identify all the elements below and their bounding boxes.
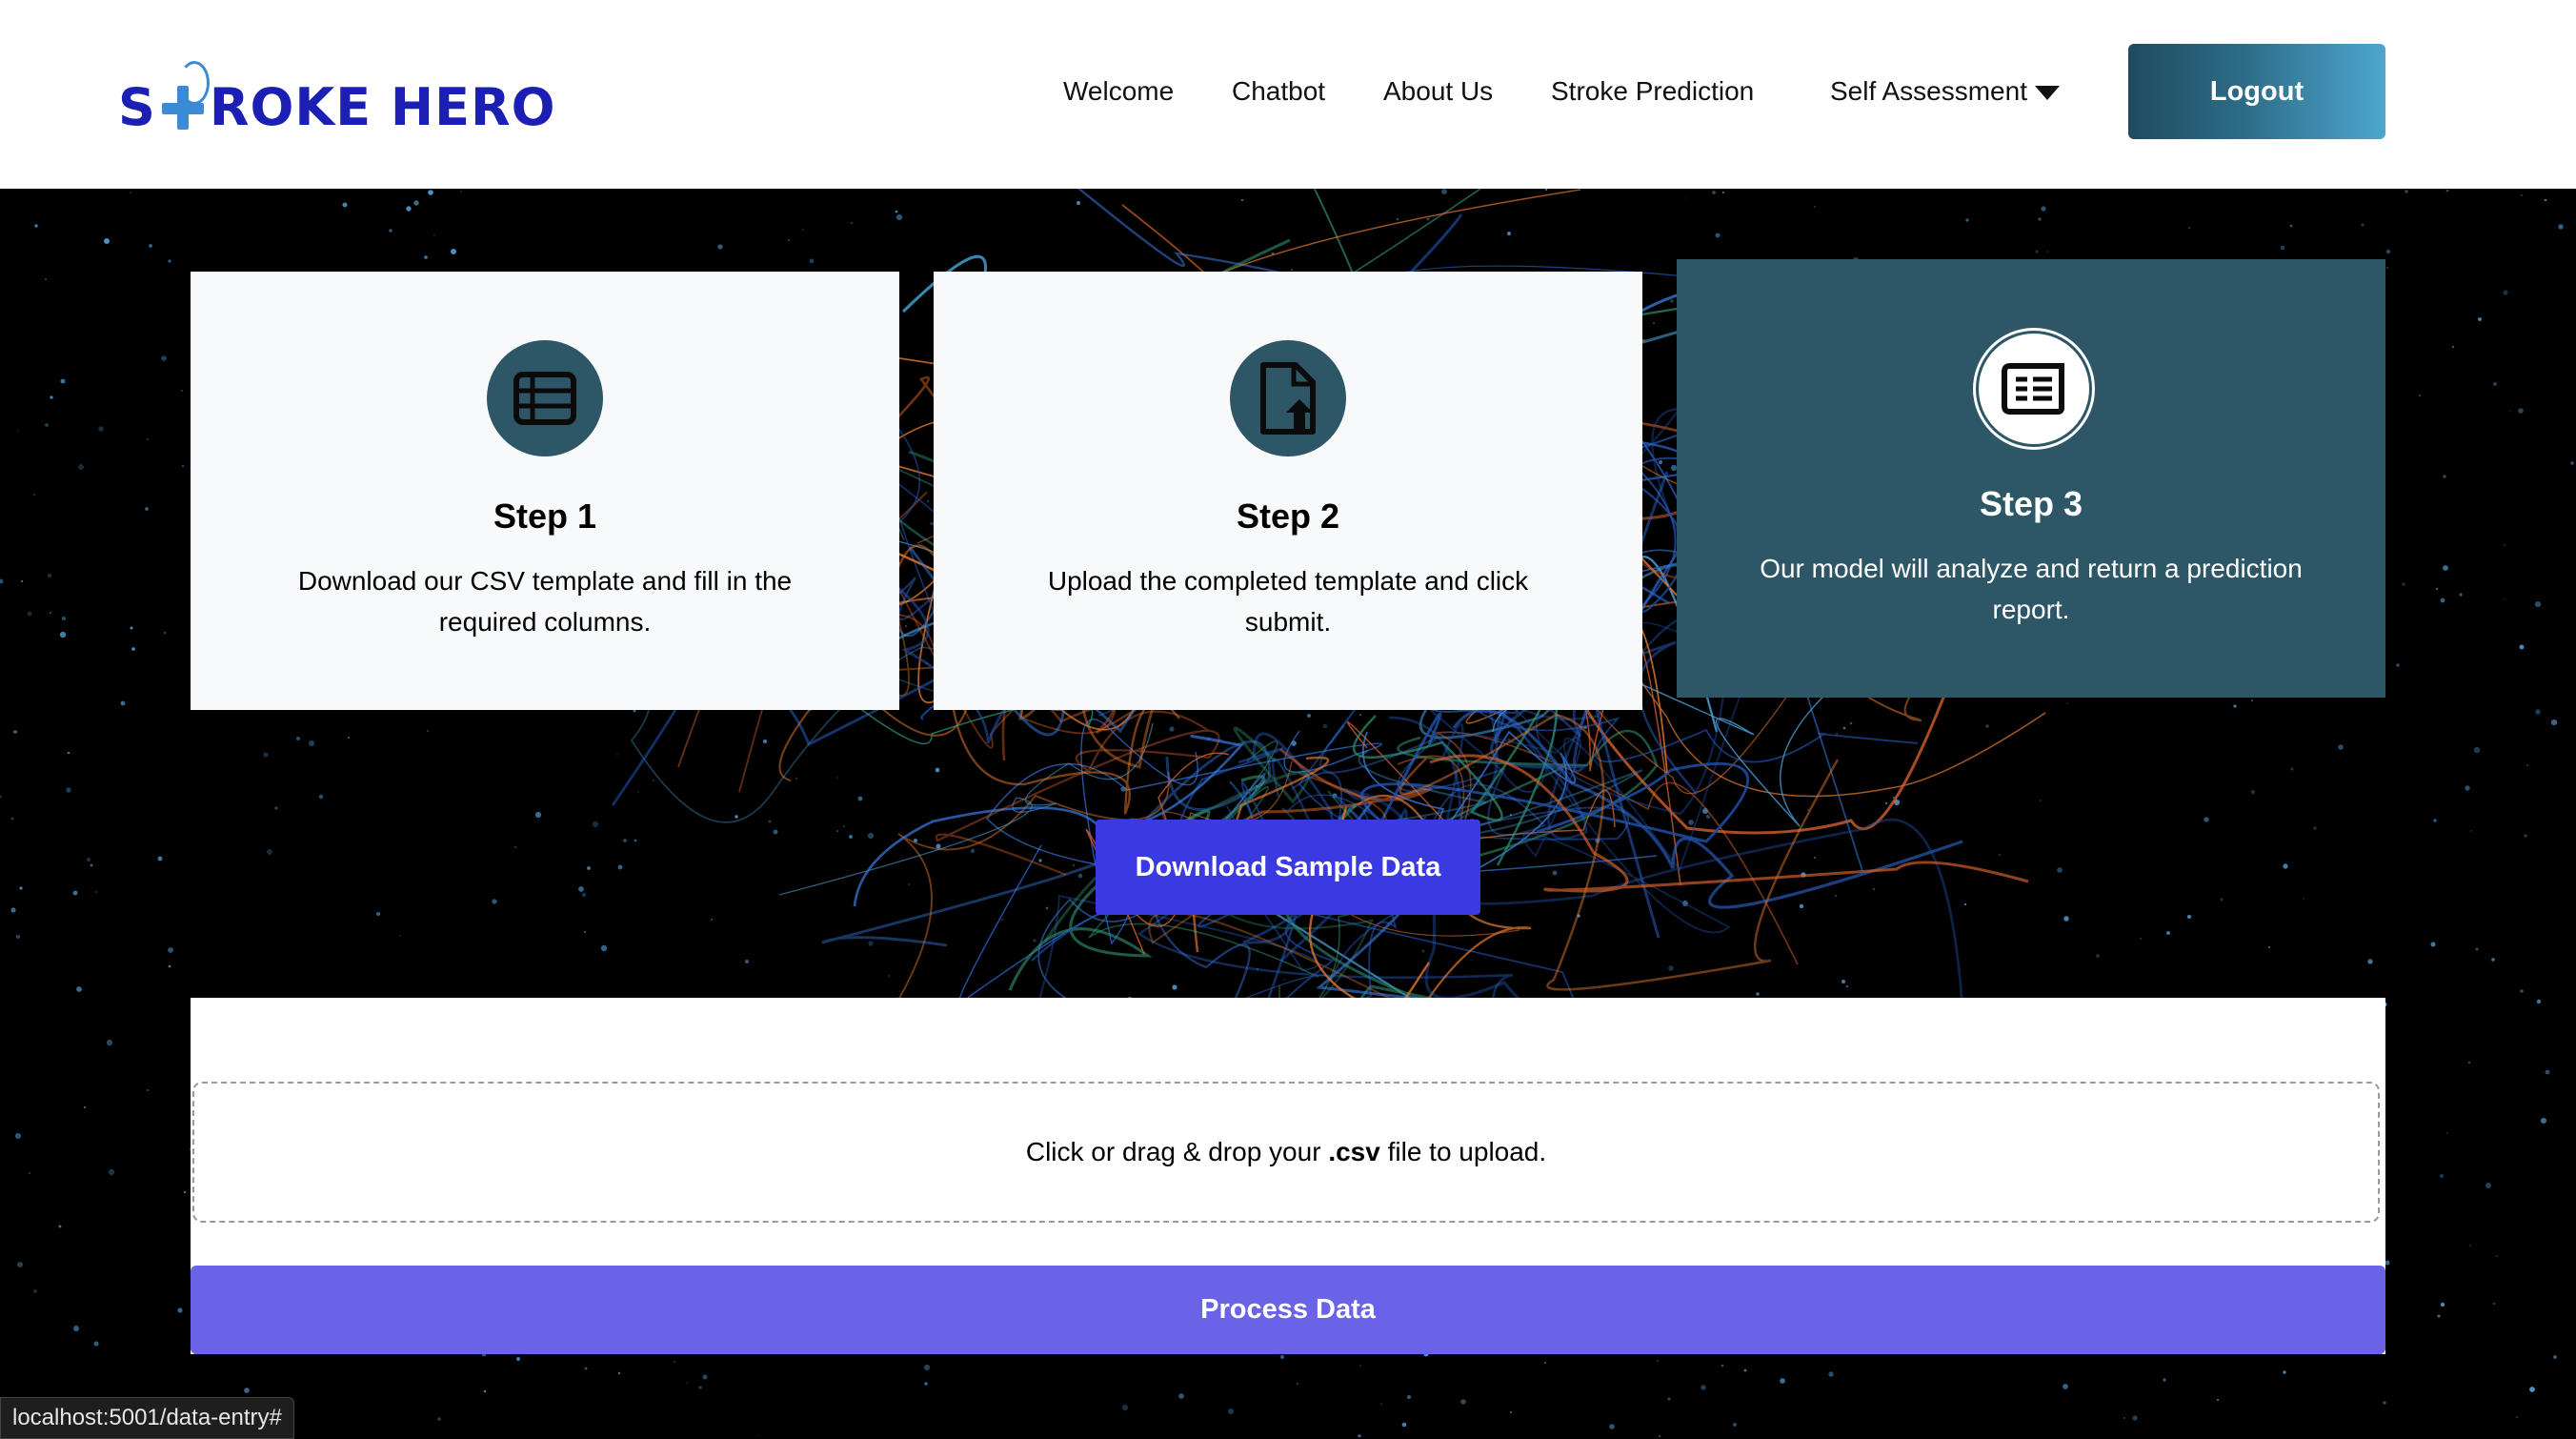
step-2-icon-circle xyxy=(1230,340,1346,456)
nav-welcome[interactable]: Welcome xyxy=(1063,71,1174,112)
dropzone-prefix: Click or drag & drop your xyxy=(1025,1137,1329,1166)
step-3-title: Step 3 xyxy=(1979,484,2083,523)
report-icon xyxy=(2002,363,2064,415)
nav-self-assessment-dropdown[interactable]: Self Assessment xyxy=(1830,71,2060,112)
step-card-1: Step 1 Download our CSV template and fil… xyxy=(191,272,899,710)
table-icon xyxy=(513,372,576,425)
logout-button[interactable]: Logout xyxy=(2128,44,2385,139)
step-card-2: Step 2 Upload the completed template and… xyxy=(934,272,1642,710)
step-3-icon-circle xyxy=(1976,331,2092,447)
medical-cross-icon xyxy=(158,61,210,145)
step-1-title: Step 1 xyxy=(493,497,597,536)
top-navbar: S ROKE HERO Welcome Chatbot About Us Str… xyxy=(0,0,2576,189)
nav-about-us[interactable]: About Us xyxy=(1383,71,1493,112)
file-upload-icon xyxy=(1260,362,1316,435)
process-data-button[interactable]: Process Data xyxy=(191,1266,2385,1354)
logo-text-left: S xyxy=(118,76,156,137)
step-2-title: Step 2 xyxy=(1236,497,1340,536)
caret-down-icon xyxy=(2034,86,2060,101)
dropzone-extension: .csv xyxy=(1328,1137,1380,1166)
step-2-description: Upload the completed template and click … xyxy=(1047,566,1529,637)
nav-self-assessment-label: Self Assessment xyxy=(1830,76,2027,106)
download-sample-data-button[interactable]: Download Sample Data xyxy=(1096,820,1480,915)
browser-status-url: localhost:5001/data-entry# xyxy=(0,1397,294,1439)
step-card-3: Step 3 Our model will analyze and return… xyxy=(1677,259,2385,698)
nav-stroke-prediction[interactable]: Stroke Prediction xyxy=(1551,71,1754,112)
logo-text-right: ROKE HERO xyxy=(209,76,556,137)
csv-dropzone[interactable]: Click or drag & drop your .csv file to u… xyxy=(192,1082,2380,1223)
stroke-hero-logo[interactable]: S ROKE HERO xyxy=(118,61,556,145)
dropzone-text: Click or drag & drop your .csv file to u… xyxy=(1026,1137,1546,1167)
dropzone-suffix: file to upload. xyxy=(1379,1137,1547,1166)
step-1-description: Download our CSV template and fill in th… xyxy=(297,566,793,637)
step-1-icon-circle xyxy=(487,340,603,456)
step-3-description: Our model will analyze and return a pred… xyxy=(1760,554,2303,624)
nav-chatbot[interactable]: Chatbot xyxy=(1232,71,1325,112)
